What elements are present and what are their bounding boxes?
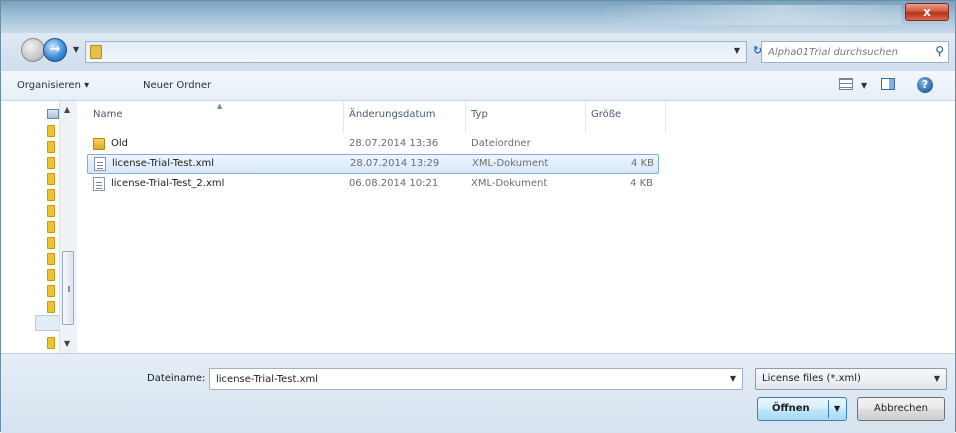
file-date: 28.07.2014 13:29 [350,158,440,169]
file-date: 06.08.2014 10:21 [349,178,439,189]
search-input[interactable] [762,42,922,62]
xml-file-icon [94,157,106,171]
folder-icon[interactable] [47,285,55,297]
search-icon[interactable]: ⚲ [935,44,944,58]
close-button[interactable]: x [905,3,949,21]
recent-pages-dropdown-icon[interactable]: ▼ [73,45,79,54]
column-header-size[interactable]: Größe [591,109,621,120]
search-box[interactable]: ⚲ [761,41,949,63]
new-folder-button[interactable]: Neuer Ordner [143,80,211,91]
address-dropdown-icon[interactable]: ▼ [734,46,740,55]
column-header-date[interactable]: Änderungsdatum [349,109,436,120]
folder-icon[interactable] [47,301,55,313]
folder-icon[interactable] [47,173,55,185]
sort-arrow-icon: ▲ [217,102,223,110]
file-row[interactable]: Old 28.07.2014 13:36 Dateiordner [87,135,659,155]
file-date: 28.07.2014 13:36 [349,138,439,149]
main-area: ▲ ▼ Name ▲ Änderungsdatum Typ Größe Old … [1,101,955,353]
filename-input[interactable] [210,369,720,389]
organize-button[interactable]: Organisieren ▾ [17,80,89,91]
scroll-up-icon[interactable]: ▲ [64,105,70,114]
forward-button[interactable]: → [43,38,67,62]
back-button[interactable] [21,38,45,62]
file-type-filter[interactable]: License files (*.xml) ▼ [755,368,947,390]
command-bar: Organisieren ▾ Neuer Ordner ▼ ? [1,71,955,101]
folder-icon[interactable] [47,221,55,233]
address-row: → ▼ ▼ ↻ ⚲ [1,33,955,71]
file-list: Name ▲ Änderungsdatum Typ Größe Old 28.0… [87,101,953,353]
folder-icon[interactable] [47,337,55,349]
filename-dropdown-icon[interactable]: ▼ [730,374,736,383]
folder-icon[interactable] [47,157,55,169]
filename-label: Dateiname: [147,373,206,384]
folder-icon[interactable] [47,205,55,217]
file-row-selected[interactable]: license-Trial-Test.xml 28.07.2014 13:29 … [87,154,659,174]
open-button-label: Öffnen [772,403,810,414]
scrollbar-thumb[interactable] [62,251,74,325]
folder-icon[interactable] [47,125,55,137]
file-type: XML-Dokument [472,158,549,169]
open-options-dropdown-icon[interactable]: ▼ [834,404,840,413]
file-size: 4 KB [630,178,653,189]
folder-icon[interactable] [47,269,55,281]
chevron-down-icon[interactable]: ▼ [934,374,940,383]
file-type: XML-Dokument [471,178,548,189]
scroll-down-icon[interactable]: ▼ [64,339,70,348]
xml-file-icon [93,177,105,191]
folder-icon [93,138,105,150]
file-row[interactable]: license-Trial-Test_2.xml 06.08.2014 10:2… [87,175,659,195]
file-name: license-Trial-Test.xml [112,158,215,169]
open-button[interactable]: Öffnen ▼ [757,397,847,421]
column-header-type[interactable]: Typ [471,109,488,120]
view-options-icon[interactable] [839,78,853,90]
computer-icon[interactable] [47,109,59,119]
view-dropdown-icon[interactable]: ▼ [861,81,867,90]
cancel-button-label: Abbrechen [874,403,928,414]
address-bar[interactable]: ▼ [85,41,747,63]
cancel-button[interactable]: Abbrechen [857,397,945,421]
filename-combobox[interactable]: ▼ [209,368,743,390]
help-icon[interactable]: ? [917,77,933,93]
file-type-filter-value: License files (*.xml) [762,373,861,384]
file-name: license-Trial-Test_2.xml [111,178,225,189]
column-header-name[interactable]: Name [93,109,123,120]
file-size: 4 KB [631,158,654,169]
file-open-dialog: x → ▼ ▼ ↻ ⚲ Organisieren ▾ Neuer Ordner … [0,0,956,433]
folder-icon[interactable] [47,189,55,201]
folder-icon[interactable] [47,237,55,249]
arrow-right-icon: → [49,42,61,57]
file-type: Dateiordner [471,138,531,149]
file-name: Old [111,138,128,149]
bottom-panel: Dateiname: ▼ License files (*.xml) ▼ Öff… [1,353,955,433]
folder-icon[interactable] [47,141,55,153]
title-bar: x [1,1,955,33]
preview-pane-icon[interactable] [881,78,895,90]
folder-icon[interactable] [47,253,55,265]
folder-icon [90,45,102,59]
nav-scrollbar[interactable]: ▲ ▼ [59,101,77,353]
